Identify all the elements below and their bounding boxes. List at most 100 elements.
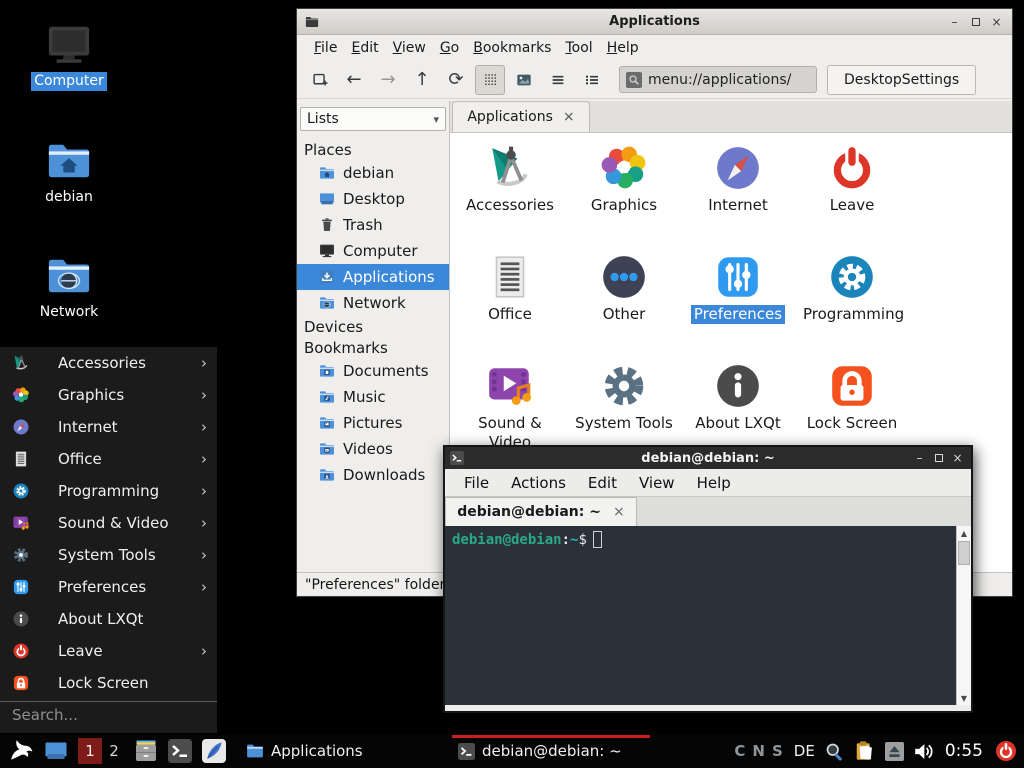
scroll-up-icon[interactable]: ▲ <box>957 526 971 540</box>
menu-item-preferences[interactable]: Preferences › <box>0 571 217 603</box>
sidebar-item-trash[interactable]: Trash <box>297 212 449 238</box>
menu-edit[interactable]: Edit <box>344 38 385 58</box>
quicklaunch-file-manager[interactable] <box>134 739 158 763</box>
menu-item-internet[interactable]: Internet › <box>0 411 217 443</box>
desktop-settings-button[interactable]: DesktopSettings <box>827 65 976 95</box>
compact-view-button[interactable] <box>543 65 573 95</box>
minimize-button[interactable]: – <box>945 14 964 30</box>
start-menu-button[interactable] <box>6 736 36 766</box>
keyboard-layout-indicator[interactable]: DE <box>794 742 815 760</box>
sidebar-item-downloads[interactable]: Downloads <box>297 462 449 488</box>
app-category-other[interactable]: Other <box>567 252 681 361</box>
menu-item-programming[interactable]: Programming › <box>0 475 217 507</box>
close-button[interactable]: × <box>987 14 1006 30</box>
menu-item-about-lxqt[interactable]: About LXQt <box>0 603 217 635</box>
menu-item-label: Preferences <box>58 578 201 596</box>
sidebar-item-label: Network <box>343 294 406 312</box>
terminal-titlebar[interactable]: debian@debian: ~ – × <box>445 447 971 469</box>
address-bar[interactable]: menu://applications/ <box>619 66 817 93</box>
terminal-tab[interactable]: debian@debian: ~ × <box>445 497 637 526</box>
power-icon <box>994 739 1018 763</box>
menu-file[interactable]: File <box>457 474 496 492</box>
task-button-applications[interactable]: Applications <box>240 735 438 768</box>
quicklaunch-terminal[interactable] <box>168 739 192 763</box>
app-category-graphics[interactable]: Graphics <box>567 143 681 252</box>
desktop-icon-network[interactable]: Network <box>27 253 111 322</box>
show-desktop-button[interactable] <box>44 739 68 763</box>
menu-edit[interactable]: Edit <box>581 474 624 492</box>
icon-view-button[interactable] <box>475 65 505 95</box>
menu-bookmarks[interactable]: Bookmarks <box>466 38 558 58</box>
menu-tool[interactable]: Tool <box>558 38 599 58</box>
sidebar-item-pictures[interactable]: Pictures <box>297 410 449 436</box>
applications-icon <box>319 269 335 285</box>
sidebar-item-applications[interactable]: Applications <box>297 264 449 290</box>
menu-item-lock-screen[interactable]: Lock Screen <box>0 667 217 699</box>
menu-actions[interactable]: Actions <box>504 474 573 492</box>
detailed-view-button[interactable] <box>577 65 607 95</box>
sidebar-item-debian[interactable]: debian <box>297 160 449 186</box>
quicklaunch-featherpad[interactable] <box>202 739 226 763</box>
menu-item-graphics[interactable]: Graphics › <box>0 379 217 411</box>
up-button[interactable]: ↑ <box>407 65 437 95</box>
clipboard-tray-icon[interactable] <box>854 740 876 762</box>
app-category-leave[interactable]: Leave <box>795 143 909 252</box>
menu-item-leave[interactable]: Leave › <box>0 635 217 667</box>
menu-view[interactable]: View <box>386 38 433 58</box>
clock[interactable]: 0:55 <box>945 741 983 761</box>
scroll-down-icon[interactable]: ▼ <box>957 691 971 705</box>
scrollbar-thumb[interactable] <box>958 541 970 565</box>
tab-applications[interactable]: Applications × <box>452 101 590 132</box>
menu-file[interactable]: File <box>307 38 344 58</box>
menu-item-sound-video[interactable]: Sound & Video › <box>0 507 217 539</box>
tab-close-icon[interactable]: × <box>613 504 625 520</box>
terminal-scrollbar[interactable]: ▲ ▼ <box>956 526 971 705</box>
removable-media-tray-icon[interactable] <box>885 742 904 761</box>
sidebar-item-desktop[interactable]: Desktop <box>297 186 449 212</box>
fm-titlebar[interactable]: Applications – × <box>297 9 1012 35</box>
terminal-viewport[interactable]: debian@debian:~$ ▲ ▼ <box>445 526 971 705</box>
app-category-programming[interactable]: Programming <box>795 252 909 361</box>
new-tab-button[interactable] <box>305 65 335 95</box>
reload-button[interactable]: ⟳ <box>441 65 471 95</box>
tab-close-icon[interactable]: × <box>563 109 575 125</box>
close-button[interactable]: × <box>948 450 967 466</box>
sidebar-item-network[interactable]: Network <box>297 290 449 316</box>
menu-item-accessories[interactable]: Accessories › <box>0 347 217 379</box>
desktop-icon-debian[interactable]: debian <box>27 138 111 207</box>
app-category-preferences[interactable]: Preferences <box>681 252 795 361</box>
minimize-button[interactable]: – <box>910 450 929 466</box>
app-category-office[interactable]: Office <box>453 252 567 361</box>
preferences-icon <box>12 578 30 596</box>
maximize-button[interactable] <box>929 450 948 466</box>
forward-button[interactable]: → <box>373 65 403 95</box>
sidebar-item-music[interactable]: Music <box>297 384 449 410</box>
menu-item-system-tools[interactable]: System Tools › <box>0 539 217 571</box>
screenshot-tray-icon[interactable] <box>824 741 845 762</box>
sidebar-item-computer[interactable]: Computer <box>297 238 449 264</box>
preferences-icon <box>713 252 763 302</box>
menu-help[interactable]: Help <box>600 38 646 58</box>
sidebar-item-label: Videos <box>343 440 393 458</box>
workspace-2-button[interactable]: 2 <box>104 738 124 764</box>
leave-button[interactable] <box>994 739 1018 763</box>
desktop-icon-computer[interactable]: Computer <box>27 22 111 91</box>
menu-go[interactable]: Go <box>433 38 466 58</box>
task-button-terminal[interactable]: debian@debian: ~ <box>452 735 650 768</box>
menu-item-label: Programming <box>58 482 201 500</box>
volume-tray-icon[interactable] <box>913 741 934 762</box>
sidebar-item-label: Pictures <box>343 414 402 432</box>
menu-item-office[interactable]: Office › <box>0 443 217 475</box>
menu-help[interactable]: Help <box>690 474 738 492</box>
sidebar-item-videos[interactable]: Videos <box>297 436 449 462</box>
sidebar-item-documents[interactable]: Documents <box>297 358 449 384</box>
menu-search-input[interactable]: Search... <box>0 701 217 728</box>
sidebar-mode-select[interactable]: Lists ▾ <box>300 107 446 131</box>
thumbnail-view-button[interactable] <box>509 65 539 95</box>
back-button[interactable]: ← <box>339 65 369 95</box>
maximize-button[interactable] <box>966 14 985 30</box>
app-category-internet[interactable]: Internet <box>681 143 795 252</box>
workspace-1-button[interactable]: 1 <box>78 738 102 764</box>
menu-view[interactable]: View <box>632 474 682 492</box>
app-category-accessories[interactable]: Accessories <box>453 143 567 252</box>
